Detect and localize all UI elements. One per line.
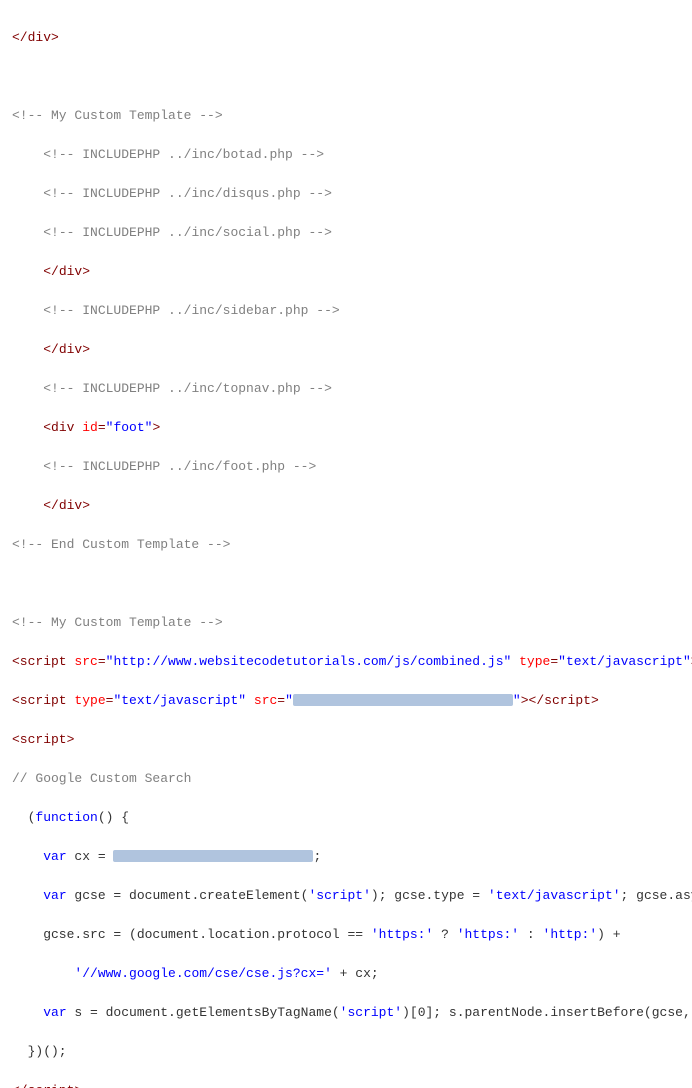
line-7: </div>: [12, 262, 680, 282]
line-23: var gcse = document.createElement('scrip…: [12, 886, 680, 906]
line-16: <!-- My Custom Template -->: [12, 613, 680, 633]
code-view: </div> <!-- My Custom Template --> <!-- …: [12, 8, 680, 1088]
line-28: </script>: [12, 1081, 680, 1088]
line-24: gcse.src = (document.location.protocol =…: [12, 925, 680, 945]
line-1: </div>: [12, 28, 680, 48]
line-17: <script src="http://www.websitecodetutor…: [12, 652, 680, 672]
line-11: <div id="foot">: [12, 418, 680, 438]
line-6: <!-- INCLUDEPHP ../inc/social.php -->: [12, 223, 680, 243]
line-19: <script>: [12, 730, 680, 750]
line-blank-2: [12, 574, 680, 594]
line-27: })();: [12, 1042, 680, 1062]
line-9: </div>: [12, 340, 680, 360]
line-13: </div>: [12, 496, 680, 516]
line-3: <!-- My Custom Template -->: [12, 106, 680, 126]
line-14: <!-- End Custom Template -->: [12, 535, 680, 555]
line-4: <!-- INCLUDEPHP ../inc/botad.php -->: [12, 145, 680, 165]
line-5: <!-- INCLUDEPHP ../inc/disqus.php -->: [12, 184, 680, 204]
line-8: <!-- INCLUDEPHP ../inc/sidebar.php -->: [12, 301, 680, 321]
line-21: (function() {: [12, 808, 680, 828]
line-18: <script type="text/javascript" src=" "><…: [12, 691, 680, 711]
line-20: // Google Custom Search: [12, 769, 680, 789]
line-22: var cx = ;: [12, 847, 680, 867]
line-26: var s = document.getElementsByTagName('s…: [12, 1003, 680, 1023]
line-blank-1: [12, 67, 680, 87]
line-12: <!-- INCLUDEPHP ../inc/foot.php -->: [12, 457, 680, 477]
line-25: '//www.google.com/cse/cse.js?cx=' + cx;: [12, 964, 680, 984]
line-10: <!-- INCLUDEPHP ../inc/topnav.php -->: [12, 379, 680, 399]
